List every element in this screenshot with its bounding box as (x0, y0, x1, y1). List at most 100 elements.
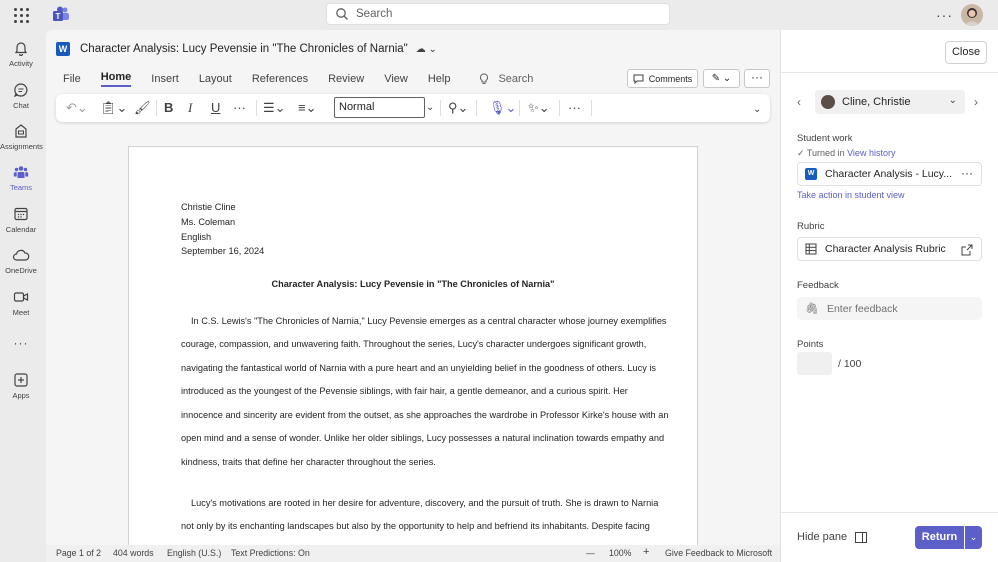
zoom-in-button[interactable]: + (643, 546, 649, 558)
bold-icon[interactable]: B (164, 100, 173, 116)
paragraph-line: navigating the fantastical world of Narn… (181, 363, 656, 373)
search-icon (336, 8, 348, 20)
hide-pane-button[interactable]: Hide pane (797, 531, 868, 543)
tab-view[interactable]: View (384, 73, 408, 85)
lightbulb-icon (480, 73, 489, 84)
more-tools-icon[interactable]: ··· (568, 100, 581, 116)
zoom-level[interactable]: 100% (609, 548, 632, 558)
language-status[interactable]: English (U.S.) (167, 548, 221, 558)
rail-item-apps[interactable]: Apps (0, 372, 42, 400)
rail-label: Apps (12, 391, 30, 400)
view-history-link[interactable]: View history (847, 148, 895, 158)
rail-item-onedrive[interactable]: OneDrive (0, 247, 42, 275)
expand-ribbon-icon[interactable]: ⌄ (753, 102, 761, 118)
rail-item-assignments[interactable]: Assignments (0, 123, 43, 151)
video-icon (13, 292, 29, 302)
paragraph-line: In C.S. Lewis's "The Chronicles of Narni… (191, 316, 667, 326)
more-apps-icon[interactable]: ··· (0, 336, 42, 350)
left-rail: Activity Chat Assignments Teams Calendar… (0, 30, 43, 562)
open-external-icon[interactable] (961, 244, 973, 256)
style-select[interactable]: Normal (334, 97, 425, 118)
attach-icon[interactable]: 🖇︎ (805, 302, 819, 315)
student-name-line: Christie Cline (181, 202, 236, 212)
ribbon-search[interactable]: Search (470, 73, 533, 85)
bullets-icon[interactable]: ☰⌄ (263, 100, 286, 116)
next-student-icon[interactable]: › (974, 95, 978, 109)
align-icon[interactable]: ≡⌄ (298, 100, 316, 116)
rubric-label: Rubric (797, 221, 825, 232)
document-page[interactable]: Christie Cline Ms. Coleman English Septe… (128, 146, 698, 546)
points-total: / 100 (838, 358, 862, 370)
rail-label: Chat (13, 101, 29, 110)
divider (781, 72, 998, 73)
divider (781, 512, 998, 513)
rail-item-meet[interactable]: Meet (0, 289, 42, 317)
zoom-out-button[interactable]: — (586, 548, 595, 558)
tab-file[interactable]: File (63, 73, 81, 85)
paragraph-line: introduced as the youngest of the Pevens… (181, 386, 628, 396)
word-count[interactable]: 404 words (113, 548, 154, 558)
rail-label: Assignments (0, 142, 43, 151)
hide-pane-label: Hide pane (797, 531, 848, 543)
points-input[interactable] (797, 352, 832, 375)
chat-icon (13, 83, 28, 98)
designer-icon[interactable]: ✨︎⌄ (528, 100, 550, 116)
text-predictions-status[interactable]: Text Predictions: On (231, 548, 310, 558)
style-dropdown-icon[interactable]: ⌄ (426, 100, 434, 116)
paragraph-line: innocence and sincerity are evident from… (181, 410, 669, 420)
rail-item-chat[interactable]: Chat (0, 82, 42, 110)
paragraph-line: Lucy's motivations are rooted in her des… (191, 498, 659, 508)
take-action-link[interactable]: Take action in student view (797, 190, 905, 200)
comments-button[interactable]: Comments (627, 69, 698, 88)
student-select[interactable]: Cline, Christie ⌄ (815, 90, 965, 114)
rail-item-activity[interactable]: Activity (0, 40, 42, 68)
file-more-icon[interactable]: ··· (961, 166, 973, 180)
paragraph-line: open mind and a sense of wonder. Unlike … (181, 433, 665, 443)
user-avatar[interactable] (961, 4, 983, 26)
app-launcher-icon[interactable] (12, 6, 30, 24)
checkmark-icon: ✓ (797, 148, 807, 158)
student-work-label: Student work (797, 133, 853, 144)
comment-icon (633, 74, 644, 84)
format-painter-icon[interactable]: 🖌︎ (134, 100, 151, 116)
ribbon-more-icon[interactable]: ··· (744, 69, 770, 88)
tab-insert[interactable]: Insert (151, 73, 179, 85)
paste-icon[interactable]: 📋︎⌄ (100, 100, 127, 116)
previous-student-icon[interactable]: ‹ (797, 95, 801, 109)
rail-label: Activity (9, 59, 33, 68)
tab-layout[interactable]: Layout (199, 73, 232, 85)
svg-text:T: T (56, 12, 61, 21)
search-input[interactable]: Search (326, 3, 670, 25)
tab-help[interactable]: Help (428, 73, 451, 85)
underline-icon[interactable]: U (211, 100, 220, 116)
turned-in-text: Turned in (806, 148, 845, 158)
tab-references[interactable]: References (252, 73, 308, 85)
undo-icon[interactable]: ↶⌄ (66, 100, 88, 116)
give-feedback-link[interactable]: Give Feedback to Microsoft (665, 548, 772, 558)
cloud-icon (12, 249, 30, 261)
feedback-input[interactable]: 🖇︎ Enter feedback (797, 297, 982, 320)
close-button[interactable]: Close (945, 41, 987, 64)
return-options-chevron-icon[interactable]: ⌄ (965, 526, 982, 549)
ribbon-toolbar: ↶⌄ 📋︎⌄ 🖌︎ B I U ··· ☰⌄ ≡⌄ Normal ⌄ ⚲⌄ 🎙︎… (56, 94, 770, 122)
rail-item-teams[interactable]: Teams (0, 164, 42, 192)
turned-in-status: ✓ Turned in View history (797, 148, 895, 159)
word-icon: W (56, 42, 70, 56)
dictate-icon[interactable]: 🎙︎⌄ (489, 100, 516, 116)
tab-home[interactable]: Home (100, 71, 132, 87)
apps-icon (14, 373, 28, 387)
return-button[interactable]: Return (915, 526, 964, 549)
editing-mode-button[interactable]: ✎ ⌄ (703, 69, 740, 88)
rail-item-calendar[interactable]: Calendar (0, 206, 42, 234)
rubric-item[interactable]: Character Analysis Rubric (797, 237, 982, 261)
document-title[interactable]: Character Analysis: Lucy Pevensie in "Th… (80, 43, 408, 55)
more-font-icon[interactable]: ··· (233, 100, 246, 116)
cloud-saved-icon[interactable]: ☁ ⌄ (416, 44, 437, 55)
rubric-name: Character Analysis Rubric (825, 243, 946, 255)
paragraph-line: not only by its enchanting landscapes bu… (181, 521, 650, 531)
student-file-item[interactable]: W Character Analysis - Lucy... ··· (797, 162, 982, 186)
italic-icon[interactable]: I (188, 100, 192, 116)
tab-review[interactable]: Review (328, 73, 364, 85)
find-icon[interactable]: ⚲⌄ (448, 100, 468, 116)
more-options-icon[interactable]: ··· (936, 7, 953, 23)
